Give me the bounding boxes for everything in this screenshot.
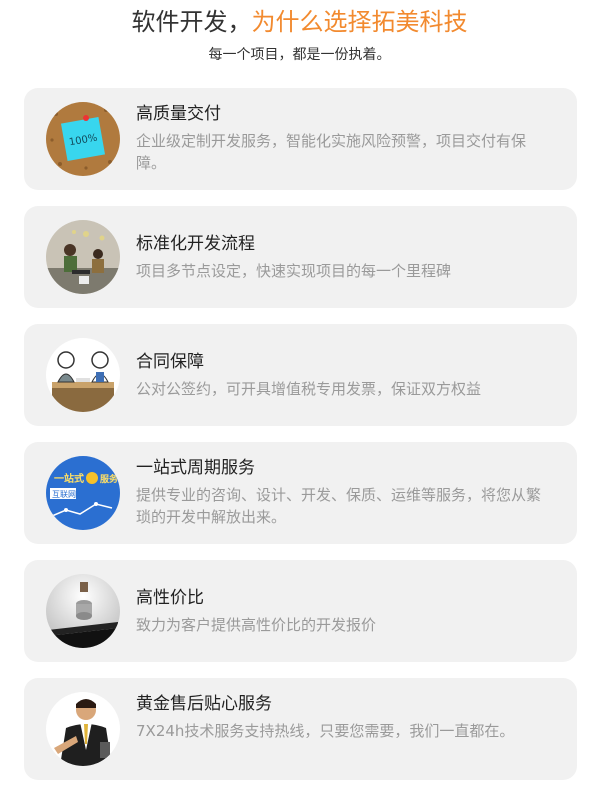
feature-card-process[interactable]: 标准化开发流程 项目多节点设定，快速实现项目的每一个里程碑 (24, 206, 577, 308)
page-subtitle: 每一个项目，都是一份执着。 (208, 47, 391, 63)
title-accent: 为什么选择拓美科技 (251, 8, 468, 36)
icon-text-mid: 服务 (100, 473, 119, 485)
card-desc: 7X24h技术服务支持热线，只要您需要，我们一直都在。 (136, 722, 515, 740)
card-title: 高性价比 (136, 588, 204, 608)
card-desc: 公对公签约，可开具增值税专用发票，保证双方权益 (136, 380, 482, 398)
one-stop-service-icon: 一站式 服务 互联网 (46, 456, 120, 530)
card-title: 标准化开发流程 (136, 234, 255, 254)
card-title: 一站式周期服务 (136, 458, 255, 478)
card-desc: 企业级定制开发服务，智能化实施风险预警，项目交付有保障。 (136, 132, 527, 172)
coin-balance-icon (46, 574, 120, 648)
feature-card-quality[interactable]: 100% 高质量交付 企业级定制开发服务，智能化实施风险预警，项目交付有保障。 (24, 88, 577, 190)
icon-text-badge: 互联网 (52, 490, 76, 499)
contract-handshake-icon (46, 338, 120, 412)
card-title: 高质量交付 (136, 104, 221, 124)
card-desc: 提供专业的咨询、设计、开发、保质、运维等服务，将您从繁琐的开发中解放出来。 (136, 486, 542, 526)
title-prefix: 软件开发， (131, 8, 252, 36)
team-workflow-icon (46, 220, 120, 294)
card-title: 黄金售后贴心服务 (136, 694, 272, 714)
feature-card-value[interactable]: 高性价比 致力为客户提供高性价比的开发报价 (24, 560, 577, 662)
card-title: 合同保障 (136, 352, 204, 372)
page-header: 软件开发，为什么选择拓美科技 每一个项目，都是一份执着。 (0, 0, 599, 64)
card-desc: 项目多节点设定，快速实现项目的每一个里程碑 (136, 262, 452, 280)
sticky-note-100-icon: 100% (46, 102, 120, 176)
icon-text-top: 一站式 (54, 472, 84, 485)
feature-card-contract[interactable]: 合同保障 公对公签约，可开具增值税专用发票，保证双方权益 (24, 324, 577, 426)
page-title: 软件开发，为什么选择拓美科技 (0, 6, 599, 38)
card-desc: 致力为客户提供高性价比的开发报价 (136, 616, 377, 634)
support-staff-icon (46, 692, 120, 766)
feature-card-one-stop[interactable]: 一站式 服务 互联网 一站式周期服务 提供专业的咨询、设计、开发、保质、运维等服… (24, 442, 577, 544)
feature-card-after-sales[interactable]: 黄金售后贴心服务 7X24h技术服务支持热线，只要您需要，我们一直都在。 (24, 678, 577, 780)
